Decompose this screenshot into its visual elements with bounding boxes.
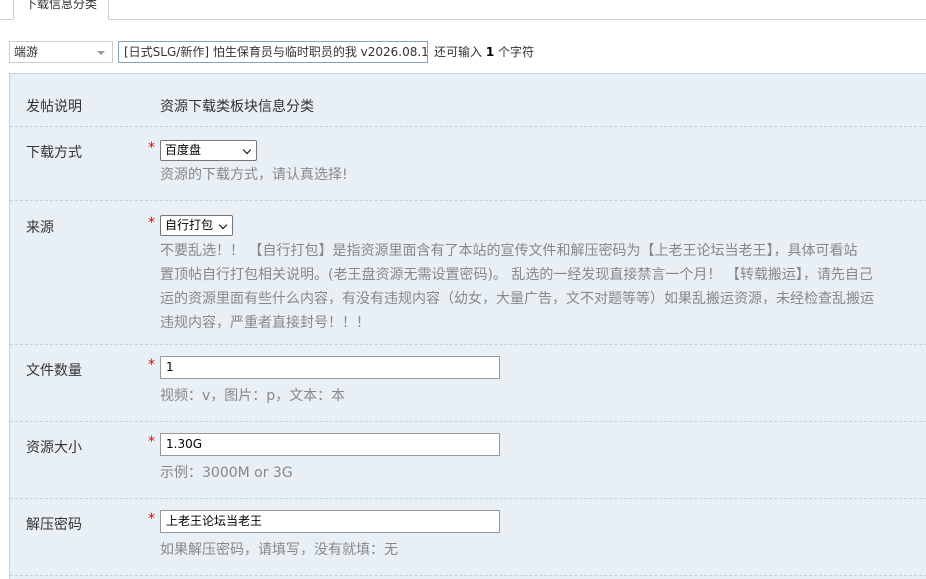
file-count-input[interactable]: 1 bbox=[160, 356, 500, 379]
title-bar: 端游 [日式SLG/新作] 怕生保育员与临时职员的我 v2026.08.17 还… bbox=[0, 40, 926, 64]
file-count-label: 文件数量 bbox=[26, 363, 82, 379]
password-input[interactable]: 上老王论坛当老王 bbox=[160, 510, 500, 533]
thread-type-value: 端游 bbox=[14, 45, 39, 59]
remain-count: 1 bbox=[485, 45, 495, 59]
row-intro: 发帖说明 资源下载类板块信息分类 bbox=[10, 74, 926, 127]
intro-label: 发帖说明 bbox=[26, 99, 82, 115]
password-label: 解压密码 bbox=[26, 517, 82, 533]
download-method-select[interactable]: 百度盘 bbox=[160, 140, 257, 161]
row-source: 来源 * 自行打包 不要乱选！！ 【自行打包】是指资源里面含有了本站的宣传文件和… bbox=[10, 201, 926, 345]
required-mark: * bbox=[148, 215, 155, 231]
row-file-count: 文件数量 * 1 视频：v，图片：p，文本：本 bbox=[10, 345, 926, 422]
source-label: 来源 bbox=[26, 220, 54, 236]
tab-bar: 下载信息分类 bbox=[0, 0, 926, 20]
size-input[interactable]: 1.30G bbox=[160, 433, 500, 456]
password-hint: 如果解压密码，请填写，没有就填：无 bbox=[160, 542, 398, 558]
tab-download-info[interactable]: 下载信息分类 bbox=[13, 0, 110, 20]
source-select[interactable]: 自行打包 bbox=[160, 215, 233, 236]
form-panel: 发帖说明 资源下载类板块信息分类 下载方式 * 百度盘 资源的下载方式，请认真选… bbox=[9, 73, 926, 579]
row-size: 资源大小 * 1.30G 示例：3000M or 3G bbox=[10, 422, 926, 499]
chevron-down-icon bbox=[218, 220, 228, 230]
download-hint: 资源的下载方式，请认真选择! bbox=[160, 167, 348, 183]
chevron-down-icon bbox=[242, 145, 252, 155]
required-mark: * bbox=[148, 357, 155, 373]
chevron-down-icon bbox=[97, 51, 105, 55]
required-mark: * bbox=[148, 434, 155, 450]
source-value: 自行打包 bbox=[165, 218, 214, 232]
row-download-method: 下载方式 * 百度盘 资源的下载方式，请认真选择! bbox=[10, 127, 926, 201]
remain-prefix: 还可输入 bbox=[434, 45, 486, 59]
size-label: 资源大小 bbox=[26, 440, 82, 456]
download-label: 下载方式 bbox=[26, 145, 82, 161]
intro-value: 资源下载类板块信息分类 bbox=[160, 99, 314, 115]
size-hint: 示例：3000M or 3G bbox=[160, 465, 293, 481]
source-hint-line: 运的资源里面有些什么内容，有没有违规内容（幼女，大量广告，文不对题等等）如果乱搬… bbox=[160, 291, 874, 307]
thread-type-select[interactable]: 端游 bbox=[9, 41, 113, 63]
file-count-hint: 视频：v，图片：p，文本：本 bbox=[160, 388, 346, 404]
source-hint-line: 置顶帖自行打包相关说明。(老王盘资源无需设置密码)。 乱选的一经发现直接禁言一个… bbox=[160, 267, 873, 283]
required-mark: * bbox=[148, 140, 155, 156]
row-password: 解压密码 * 上老王论坛当老王 如果解压密码，请填写，没有就填：无 bbox=[10, 499, 926, 576]
download-method-value: 百度盘 bbox=[165, 143, 202, 157]
remaining-chars: 还可输入 1 个字符 bbox=[434, 41, 534, 63]
remain-suffix: 个字符 bbox=[494, 45, 535, 59]
source-hint-line: 违规内容，严重者直接封号！！！ bbox=[160, 315, 370, 331]
required-mark: * bbox=[148, 511, 155, 527]
title-input[interactable]: [日式SLG/新作] 怕生保育员与临时职员的我 v2026.08.17 bbox=[118, 41, 428, 63]
source-hint-line: 不要乱选！！ 【自行打包】是指资源里面含有了本站的宣传文件和解压密码为【上老王论… bbox=[160, 243, 858, 259]
